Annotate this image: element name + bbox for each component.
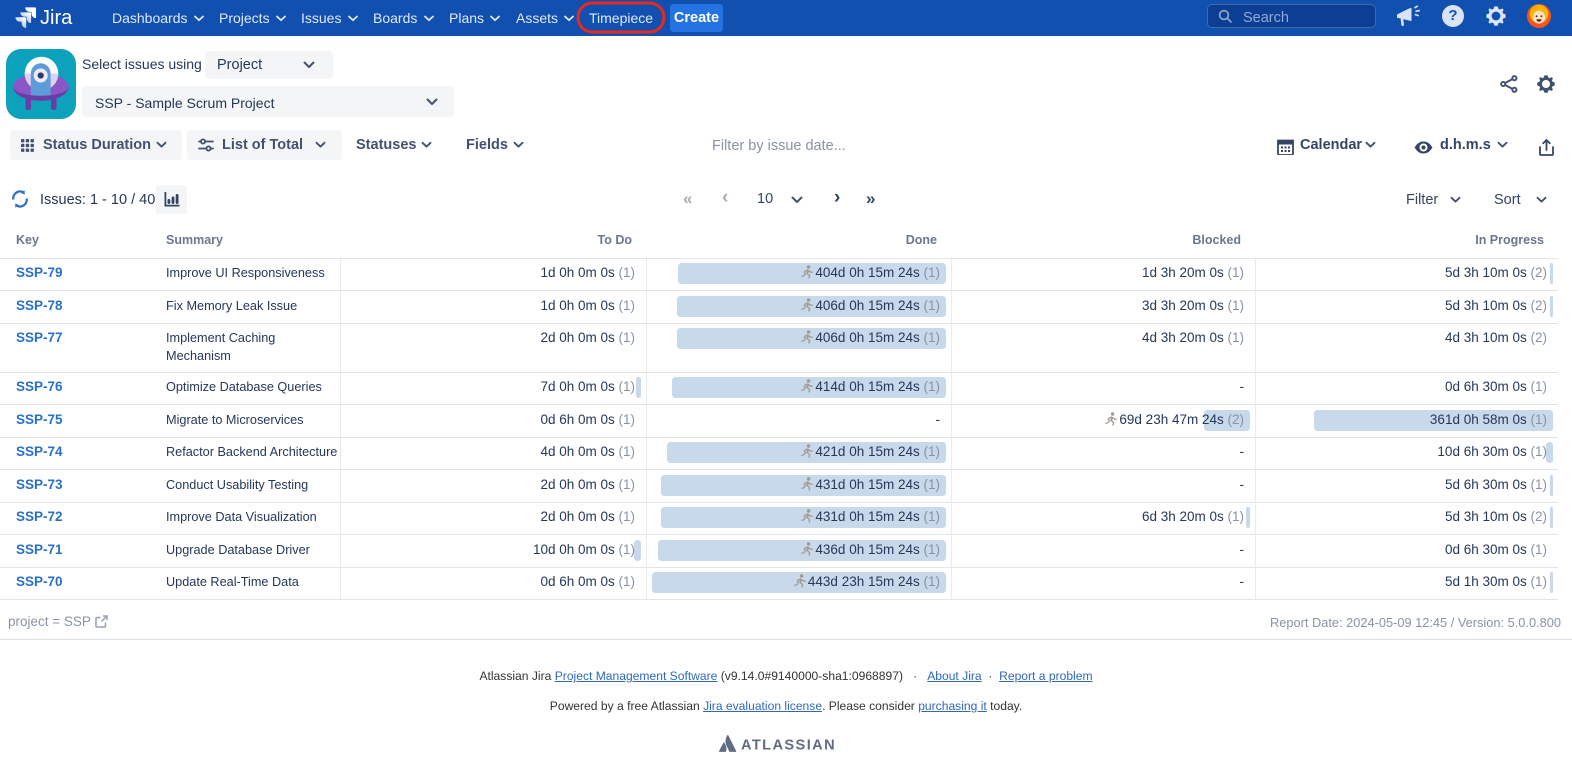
svg-text:ATLASSIAN: ATLASSIAN <box>741 738 836 752</box>
